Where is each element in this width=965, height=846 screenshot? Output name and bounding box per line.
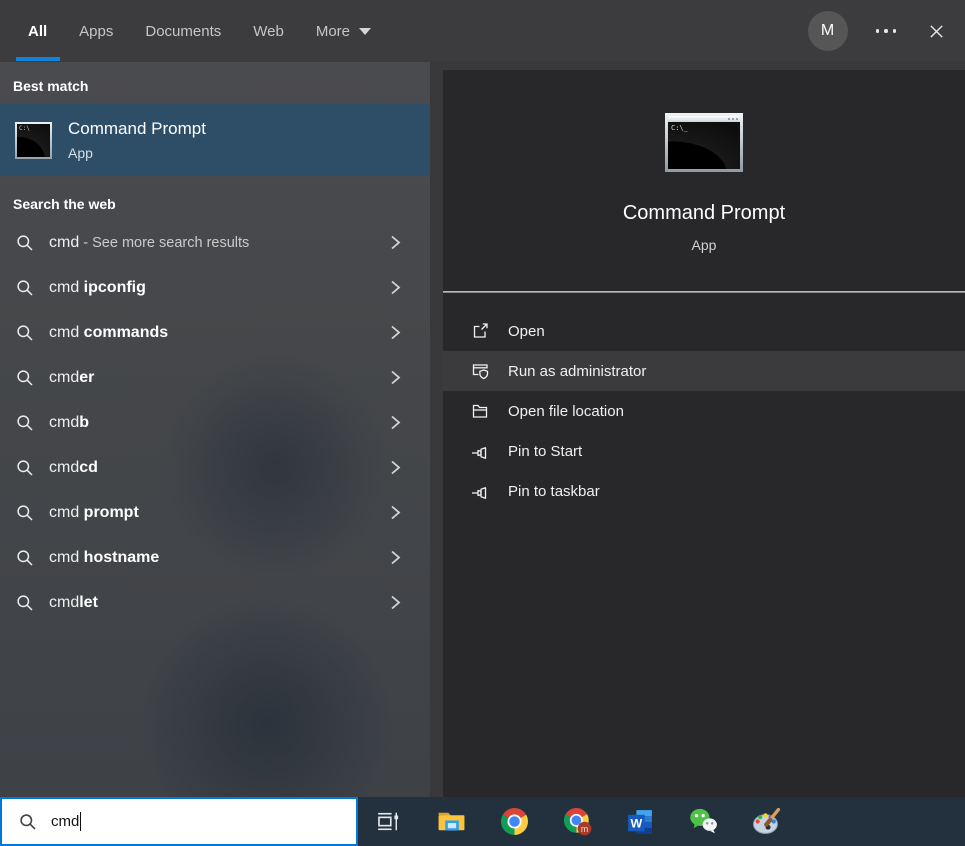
best-match-subtitle: App [68,145,206,161]
folder-icon [470,401,490,421]
suggestion-cmd-hostname[interactable]: cmd hostname [0,535,430,580]
chevron-right-icon[interactable] [389,324,402,341]
chevron-right-icon[interactable] [389,459,402,476]
task-view-icon[interactable] [374,807,403,836]
search-web-header: Search the web [13,196,430,212]
suggestion-cmdcd[interactable]: cmdcd [0,445,430,490]
chrome-profile-icon[interactable]: m [563,807,592,836]
tab-web-label: Web [253,23,284,40]
admin-shield-icon [470,361,490,381]
search-query-text: cmd [51,813,79,830]
start-search-flyout: All Apps Documents Web More M Best match… [0,0,965,846]
svg-text:m: m [581,824,588,834]
close-icon[interactable] [924,19,949,44]
web-suggestions: cmd - See more search results cmd ipconf… [0,220,430,625]
action-menu: Open Run as administrator Open file loca… [443,311,965,511]
taskbar-search-input[interactable]: cmd [0,797,358,846]
tab-all-label: All [28,23,47,40]
suggestion-cmdlet[interactable]: cmdlet [0,580,430,625]
wechat-icon[interactable] [689,807,718,836]
filter-tabs: All Apps Documents Web More [0,0,371,62]
more-options-icon[interactable] [874,23,899,39]
command-prompt-icon: C:\ [15,122,52,159]
taskbar: m W [358,797,965,846]
chrome-icon[interactable] [500,807,529,836]
results-panel: Best match C:\ Command Prompt App Search… [0,62,430,797]
search-icon [16,414,34,432]
pin-icon [470,481,490,501]
menu-item-pin-to-start[interactable]: Pin to Start [443,431,965,471]
search-icon [16,279,34,297]
word-icon[interactable]: W [626,807,655,836]
tab-documents-label: Documents [145,23,221,40]
open-icon [470,321,490,341]
search-icon [19,813,37,831]
suggestion-cmder[interactable]: cmder [0,355,430,400]
file-explorer-icon[interactable] [437,807,466,836]
search-icon [16,369,34,387]
suggestion-cmdb[interactable]: cmdb [0,400,430,445]
topbar-actions: M [808,11,965,51]
search-filter-bar: All Apps Documents Web More M [0,0,965,62]
preview-panel: C:\_ Command Prompt App Open Run as admi… [443,70,965,797]
text-caret [80,812,81,831]
tab-apps[interactable]: Apps [79,0,113,62]
tab-apps-label: Apps [79,23,113,40]
best-match-result[interactable]: C:\ Command Prompt App [0,104,430,176]
command-prompt-icon-large: C:\_ [665,113,743,172]
preview-app-subtitle: App [692,237,717,253]
separator [443,291,965,293]
search-icon [16,504,34,522]
chevron-right-icon[interactable] [389,234,402,251]
best-match-header: Best match [13,62,430,94]
chevron-right-icon[interactable] [389,279,402,296]
bottom-bar: cmd [0,797,965,846]
chevron-right-icon[interactable] [389,504,402,521]
tab-all[interactable]: All [28,0,47,62]
paint-icon[interactable] [752,807,781,836]
search-icon [16,234,34,252]
suggestion-cmd-ipconfig[interactable]: cmd ipconfig [0,265,430,310]
menu-item-run-as-administrator[interactable]: Run as administrator [443,351,965,391]
best-match-title: Command Prompt [68,119,206,139]
tab-documents[interactable]: Documents [145,0,221,62]
svg-text:W: W [630,817,642,831]
preview-app-title: Command Prompt [623,202,785,225]
chevron-right-icon[interactable] [389,549,402,566]
avatar[interactable]: M [808,11,848,51]
chevron-right-icon[interactable] [389,594,402,611]
tab-web[interactable]: Web [253,0,284,62]
suggestion-cmd[interactable]: cmd - See more search results [0,220,430,265]
search-icon [16,459,34,477]
chevron-right-icon[interactable] [389,414,402,431]
search-icon [16,324,34,342]
pin-icon [470,441,490,461]
tab-more-label: More [316,23,350,40]
search-icon [16,594,34,612]
tab-more[interactable]: More [316,0,371,62]
search-icon [16,549,34,567]
suggestion-cmd-prompt[interactable]: cmd prompt [0,490,430,535]
chevron-right-icon[interactable] [389,369,402,386]
menu-item-open[interactable]: Open [443,311,965,351]
chevron-down-icon [359,28,371,35]
suggestion-cmd-commands[interactable]: cmd commands [0,310,430,355]
menu-item-pin-to-taskbar[interactable]: Pin to taskbar [443,471,965,511]
menu-item-open-file-location[interactable]: Open file location [443,391,965,431]
